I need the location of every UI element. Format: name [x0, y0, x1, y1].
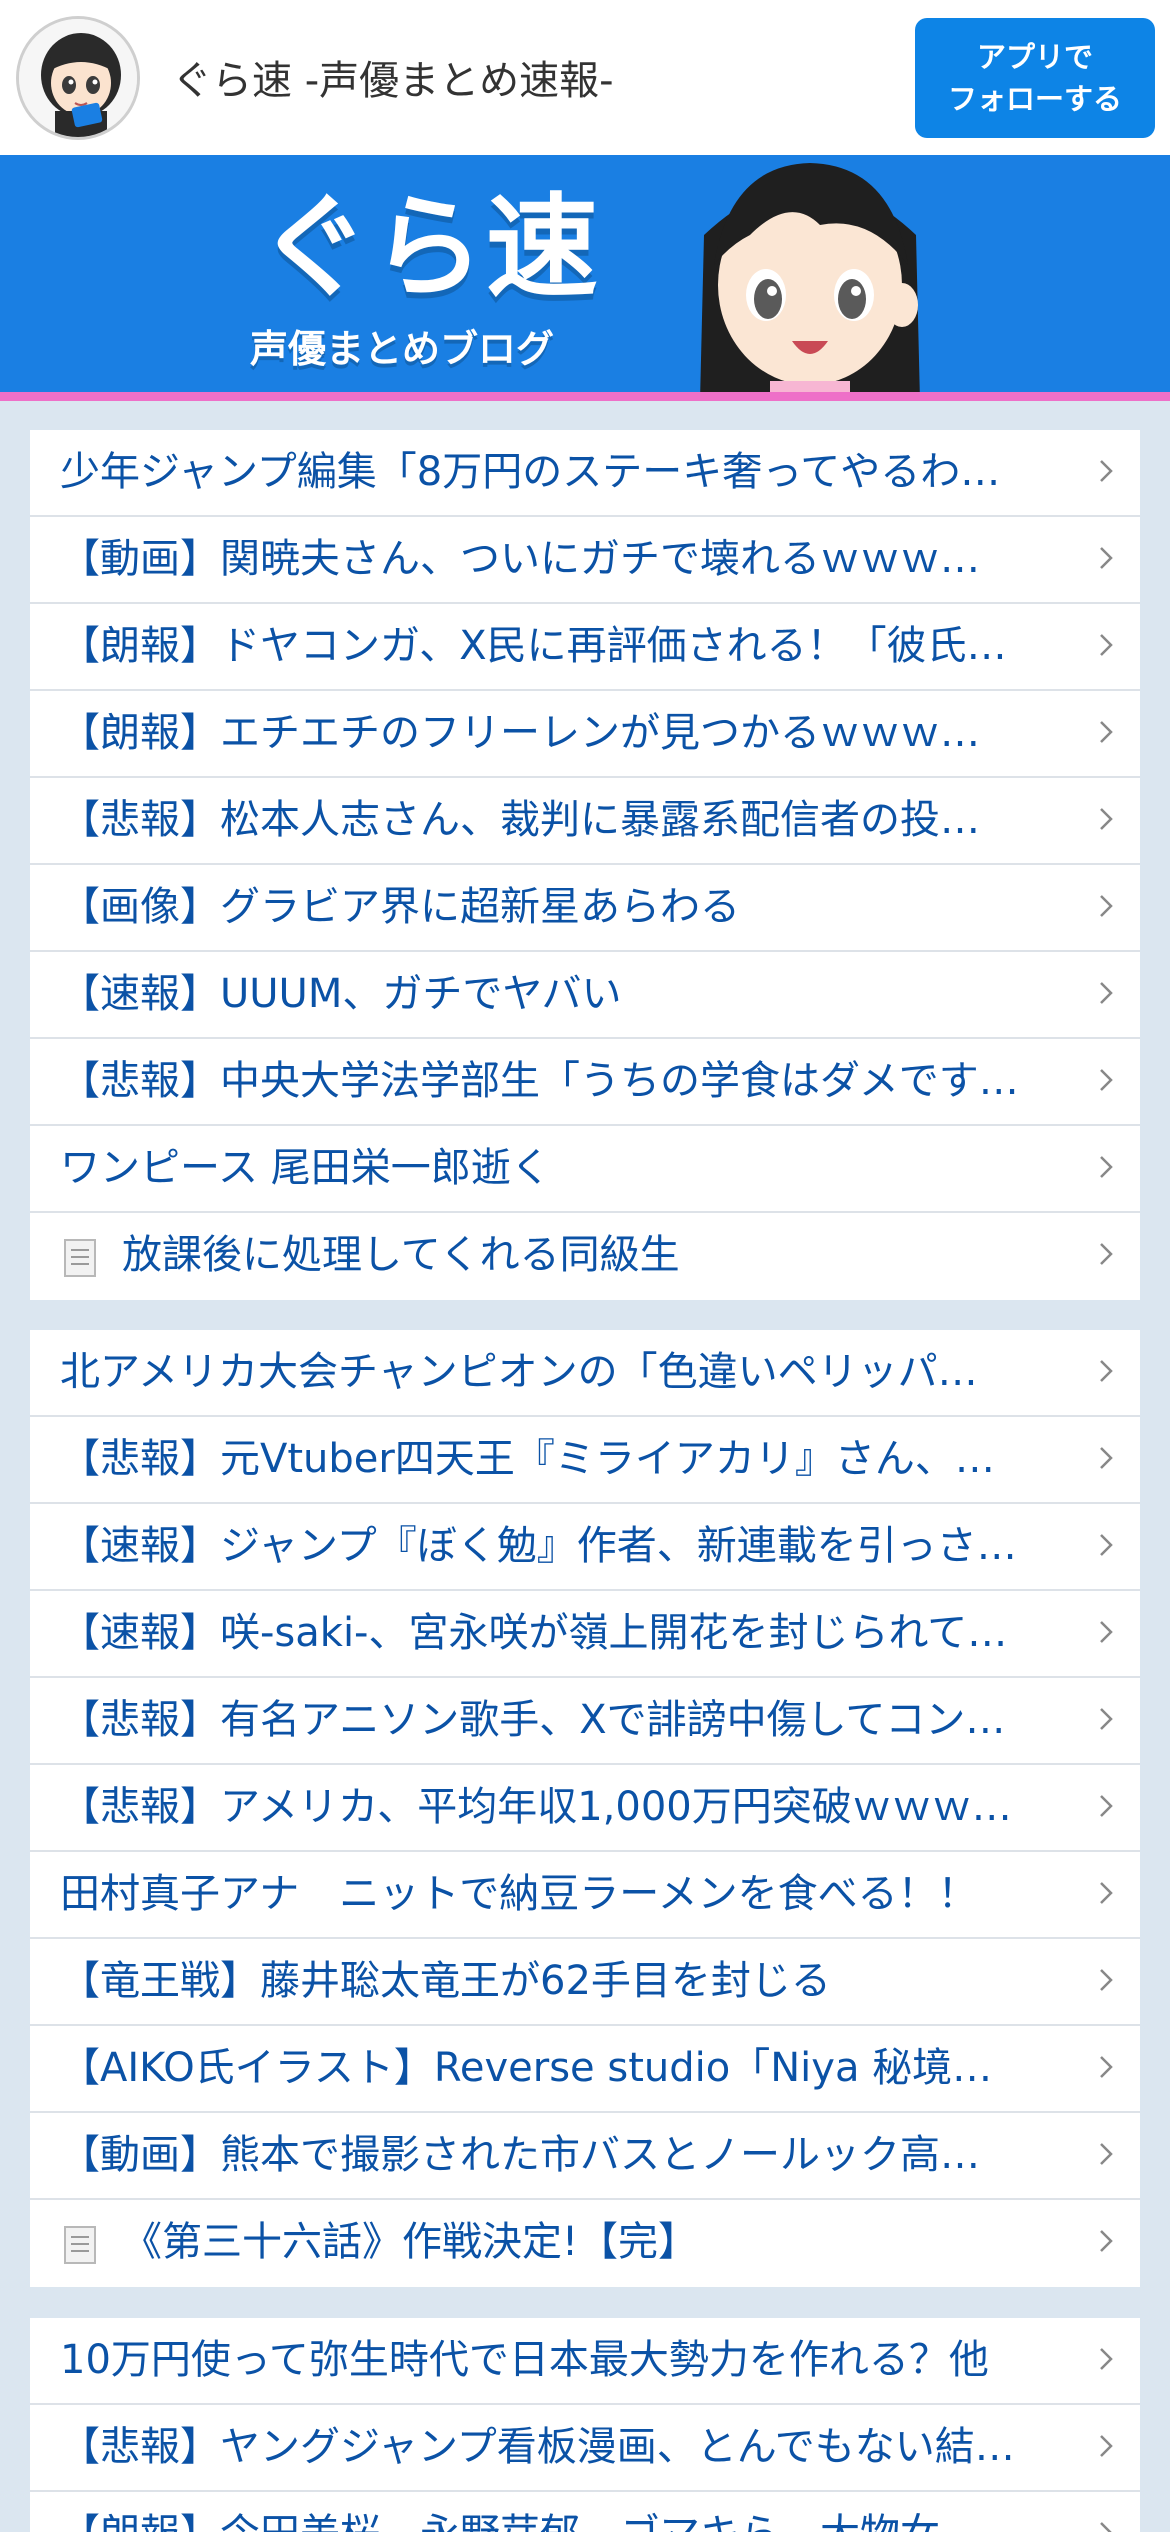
article-title: ワンピース 尾田栄一郎逝く — [60, 1145, 551, 1191]
list-item[interactable]: 【悲報】アメリカ、平均年収1,000万円突破ｗｗｗ… — [30, 1765, 1140, 1852]
article-title: 【悲報】中央大学法学部生「うちの学食はダメです… — [60, 1058, 1019, 1104]
article-title: 【AIKO氏イラスト】Reverse studio「Niya 秘境… — [60, 2045, 993, 2091]
document-icon — [64, 2226, 96, 2264]
list-item[interactable]: 【速報】咲-saki-、宮永咲が嶺上開花を封じられて… — [30, 1591, 1140, 1678]
top-bar: ぐら速 -声優まとめ速報- アプリで フォローする — [0, 0, 1170, 155]
chevron-right-icon — [1100, 1969, 1113, 1991]
list-item[interactable]: 【動画】関暁夫さん、ついにガチで壊れるｗｗｗ… — [30, 517, 1140, 604]
article-list-section-2: 北アメリカ大会チャンピオンの「色違いペリッパ… 【悲報】元Vtuber四天王『ミ… — [30, 1330, 1140, 2287]
chevron-right-icon — [1100, 1882, 1113, 1904]
article-title: 【速報】UUUM、ガチでヤバい — [60, 971, 622, 1017]
article-list-section-1: 少年ジャンプ編集「8万円のステーキ奢ってやるわ… 【動画】関暁夫さん、ついにガチ… — [30, 430, 1140, 1300]
chevron-right-icon — [1100, 982, 1113, 1004]
site-banner[interactable]: ぐら速 声優まとめブログ — [0, 155, 1170, 401]
chevron-right-icon — [1100, 1243, 1113, 1265]
site-avatar[interactable] — [16, 16, 140, 140]
banner-pink-stripe — [0, 392, 1170, 401]
article-title: 田村真子アナ ニットで納豆ラーメンを食べる！！ — [60, 1871, 978, 1917]
chevron-right-icon — [1100, 547, 1113, 569]
article-title: 【朗報】今田美桜、永野芽郁、ゴマキら、大物女… — [60, 2492, 1070, 2532]
list-item[interactable]: 《第三十六話》作戦決定!【完】 — [30, 2200, 1140, 2287]
article-title: 放課後に処理してくれる同級生 — [122, 1232, 680, 1278]
article-title: 【悲報】有名アニソン歌手、Xで誹謗中傷してコン… — [60, 1697, 1006, 1743]
chevron-right-icon — [1100, 634, 1113, 656]
article-title: 少年ジャンプ編集「8万円のステーキ奢ってやるわ… — [60, 449, 1001, 495]
list-item[interactable]: 北アメリカ大会チャンピオンの「色違いペリッパ… — [30, 1330, 1140, 1417]
chevron-right-icon — [1100, 1360, 1113, 1382]
list-item[interactable]: 【AIKO氏イラスト】Reverse studio「Niya 秘境… — [30, 2026, 1140, 2113]
chevron-right-icon — [1100, 1708, 1113, 1730]
article-title: 【悲報】松本人志さん、裁判に暴露系配信者の投… — [60, 797, 980, 843]
list-item[interactable]: 【悲報】有名アニソン歌手、Xで誹謗中傷してコン… — [30, 1678, 1140, 1765]
article-title: 【悲報】ヤングジャンプ看板漫画、とんでもない結… — [60, 2424, 1015, 2470]
article-title: 【動画】熊本で撮影された市バスとノールック高… — [60, 2132, 980, 2178]
banner-logo-text: ぐら速 — [258, 183, 600, 313]
list-item[interactable]: 【竜王戦】藤井聡太竜王が62手目を封じる — [30, 1939, 1140, 2026]
list-item[interactable]: 【朗報】ドヤコンガ、X民に再評価される！「彼氏… — [30, 604, 1140, 691]
article-title: 10万円使って弥生時代で日本最大勢力を作れる？他 — [60, 2337, 989, 2383]
article-list-section-3: 10万円使って弥生時代で日本最大勢力を作れる？他 【悲報】ヤングジャンプ看板漫画… — [30, 2318, 1140, 2532]
follow-in-app-button[interactable]: アプリで フォローする — [915, 18, 1155, 138]
article-title: 【速報】ジャンプ『ぼく勉』作者、新連載を引っさ… — [60, 1523, 1017, 1569]
list-item[interactable]: 【悲報】ヤングジャンプ看板漫画、とんでもない結… — [30, 2405, 1140, 2492]
chevron-right-icon — [1100, 1621, 1113, 1643]
article-title: 《第三十六話》作戦決定!【完】 — [122, 2219, 699, 2265]
banner-mascot-image — [700, 163, 920, 401]
list-item[interactable]: 【悲報】中央大学法学部生「うちの学食はダメです… — [30, 1039, 1140, 1126]
list-item[interactable]: 放課後に処理してくれる同級生 — [30, 1213, 1140, 1300]
chevron-right-icon — [1100, 1795, 1113, 1817]
list-item[interactable]: 【速報】ジャンプ『ぼく勉』作者、新連載を引っさ… — [30, 1504, 1140, 1591]
chevron-right-icon — [1100, 1447, 1113, 1469]
chevron-right-icon — [1100, 2348, 1113, 2370]
chevron-right-icon — [1100, 808, 1113, 830]
chevron-right-icon — [1100, 460, 1113, 482]
chevron-right-icon — [1100, 721, 1113, 743]
chevron-right-icon — [1100, 2056, 1113, 2078]
list-item[interactable]: 【悲報】元Vtuber四天王『ミライアカリ』さん、… — [30, 1417, 1140, 1504]
list-item[interactable]: 10万円使って弥生時代で日本最大勢力を作れる？他 — [30, 2318, 1140, 2405]
article-title: 【朗報】エチエチのフリーレンが見つかるｗｗｗ… — [60, 710, 980, 756]
article-title: 【画像】グラビア界に超新星あらわる — [60, 884, 740, 930]
list-item[interactable]: 【画像】グラビア界に超新星あらわる — [30, 865, 1140, 952]
chevron-right-icon — [1100, 2230, 1113, 2252]
article-title: 【悲報】アメリカ、平均年収1,000万円突破ｗｗｗ… — [60, 1784, 1012, 1830]
banner-subtitle: 声優まとめブログ — [250, 327, 555, 371]
list-item[interactable]: ワンピース 尾田栄一郎逝く — [30, 1126, 1140, 1213]
article-title: 北アメリカ大会チャンピオンの「色違いペリッパ… — [60, 1349, 978, 1395]
chevron-right-icon — [1100, 1156, 1113, 1178]
chevron-right-icon — [1100, 895, 1113, 917]
chevron-right-icon — [1100, 2522, 1112, 2532]
chevron-right-icon — [1100, 2435, 1113, 2457]
list-item[interactable]: 【悲報】松本人志さん、裁判に暴露系配信者の投… — [30, 778, 1140, 865]
list-item[interactable]: 【動画】熊本で撮影された市バスとノールック高… — [30, 2113, 1140, 2200]
list-item[interactable]: 【速報】UUUM、ガチでヤバい — [30, 952, 1140, 1039]
article-title: 【悲報】元Vtuber四天王『ミライアカリ』さん、… — [60, 1436, 995, 1482]
chevron-right-icon — [1100, 1069, 1113, 1091]
article-title: 【朗報】ドヤコンガ、X民に再評価される！「彼氏… — [60, 623, 1007, 669]
article-title: 【速報】咲-saki-、宮永咲が嶺上開花を封じられて… — [60, 1610, 1008, 1656]
list-item[interactable]: 【朗報】エチエチのフリーレンが見つかるｗｗｗ… — [30, 691, 1140, 778]
article-title: 【動画】関暁夫さん、ついにガチで壊れるｗｗｗ… — [60, 536, 980, 582]
document-icon — [64, 1239, 96, 1277]
list-item[interactable]: 田村真子アナ ニットで納豆ラーメンを食べる！！ — [30, 1852, 1140, 1939]
chevron-right-icon — [1100, 1534, 1113, 1556]
list-item[interactable]: 【朗報】今田美桜、永野芽郁、ゴマキら、大物女… — [30, 2492, 1140, 2532]
site-title: ぐら速 -声優まとめ速報- — [172, 58, 614, 104]
follow-button-line2: フォローする — [947, 82, 1122, 116]
follow-button-line1: アプリで — [976, 40, 1093, 74]
chevron-right-icon — [1100, 2143, 1113, 2165]
article-title: 【竜王戦】藤井聡太竜王が62手目を封じる — [60, 1958, 831, 2004]
avatar-girl-image — [19, 19, 137, 137]
list-item[interactable]: 少年ジャンプ編集「8万円のステーキ奢ってやるわ… — [30, 430, 1140, 517]
